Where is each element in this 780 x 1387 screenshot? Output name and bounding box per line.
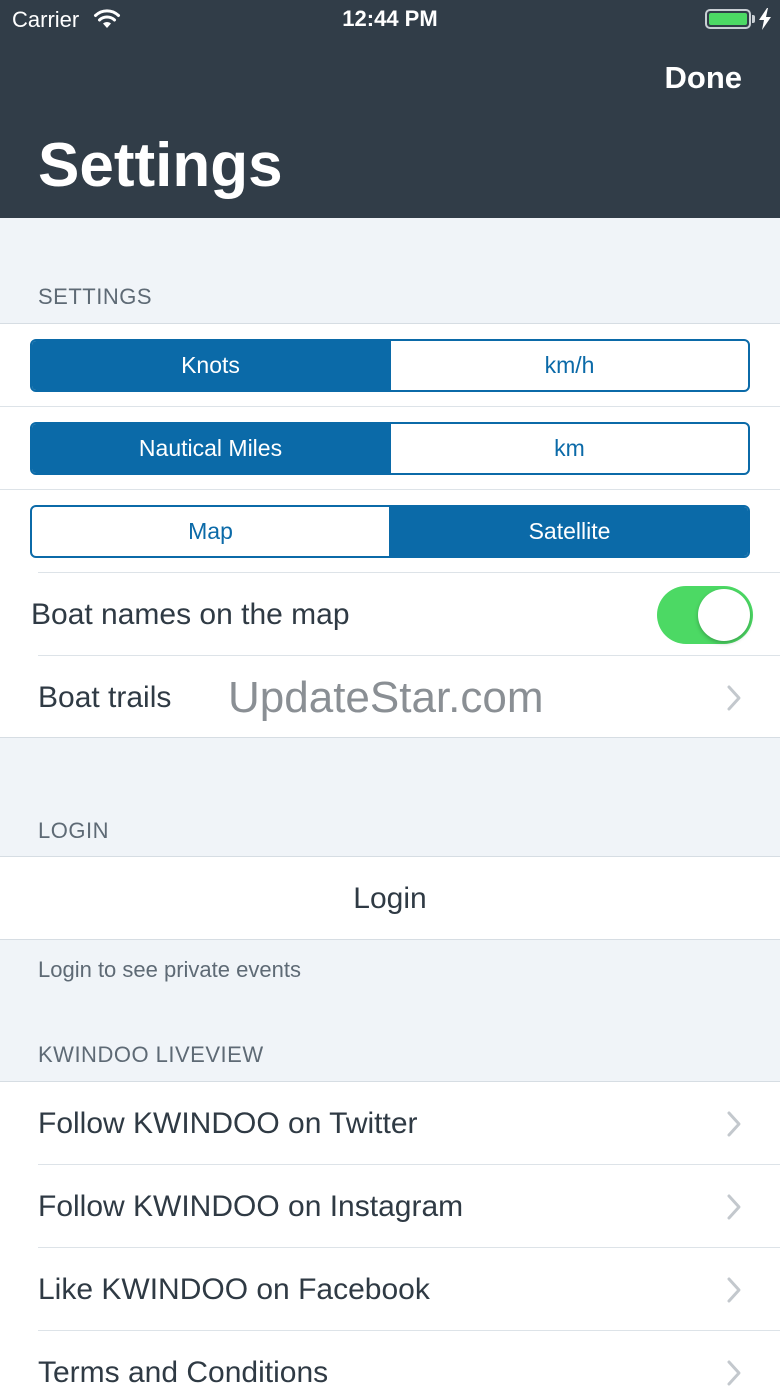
chevron-right-icon <box>727 685 741 711</box>
segment-knots[interactable]: Knots <box>32 341 389 390</box>
terms-label: Terms and Conditions <box>38 1356 329 1387</box>
list-item-terms[interactable]: Terms and Conditions <box>0 1331 780 1387</box>
settings-group: Knots km/h Nautical Miles km Map Satelli… <box>0 323 780 738</box>
status-time: 12:44 PM <box>342 6 438 31</box>
segment-nautical-miles[interactable]: Nautical Miles <box>32 424 389 473</box>
distance-units-control: Nautical Miles km <box>30 422 750 475</box>
boat-trails-label: Boat trails <box>38 681 172 714</box>
toggle-knob <box>698 589 750 641</box>
chevron-right-icon <box>727 1277 741 1303</box>
boat-trails-cell[interactable]: Boat trails UpdateStar.com <box>0 656 780 739</box>
section-header-login: LOGIN <box>38 818 109 843</box>
speed-units-row: Knots km/h <box>0 324 780 407</box>
segment-map[interactable]: Map <box>32 507 389 556</box>
done-button[interactable]: Done <box>665 60 743 96</box>
facebook-label: Like KWINDOO on Facebook <box>38 1273 430 1306</box>
segment-km[interactable]: km <box>389 424 748 473</box>
list-item-facebook[interactable]: Like KWINDOO on Facebook <box>0 1248 780 1331</box>
boat-names-label: Boat names on the map <box>31 598 350 631</box>
boat-names-cell: Boat names on the map <box>0 573 780 656</box>
list-item-instagram[interactable]: Follow KWINDOO on Instagram <box>0 1165 780 1248</box>
chevron-right-icon <box>727 1111 741 1137</box>
login-footer-note: Login to see private events <box>38 957 301 982</box>
watermark-text: UpdateStar.com <box>228 673 544 722</box>
map-type-control: Map Satellite <box>30 505 750 558</box>
speed-units-control: Knots km/h <box>30 339 750 392</box>
chevron-right-icon <box>727 1194 741 1220</box>
status-bar: Carrier 12:44 PM <box>0 0 780 40</box>
segment-satellite[interactable]: Satellite <box>389 507 748 556</box>
login-group: Login <box>0 856 780 940</box>
distance-units-row: Nautical Miles km <box>0 407 780 490</box>
twitter-label: Follow KWINDOO on Twitter <box>38 1107 418 1140</box>
charging-bolt-icon <box>759 8 771 30</box>
login-button[interactable]: Login <box>0 857 780 940</box>
battery-icon <box>705 9 751 29</box>
section-header-settings: SETTINGS <box>38 284 153 309</box>
navigation-header: Carrier 12:44 PM Done Settings <box>0 0 780 218</box>
page-title: Settings <box>38 131 283 200</box>
map-type-row: Map Satellite <box>0 490 780 573</box>
liveview-group: Follow KWINDOO on Twitter Follow KWINDOO… <box>0 1081 780 1387</box>
chevron-right-icon <box>727 1360 741 1386</box>
battery-cap <box>752 15 755 23</box>
instagram-label: Follow KWINDOO on Instagram <box>38 1190 464 1223</box>
segment-kmh[interactable]: km/h <box>389 341 748 390</box>
boat-names-toggle[interactable] <box>657 586 753 644</box>
section-header-liveview: KWINDOO LIVEVIEW <box>38 1042 264 1067</box>
list-item-twitter[interactable]: Follow KWINDOO on Twitter <box>0 1082 780 1165</box>
